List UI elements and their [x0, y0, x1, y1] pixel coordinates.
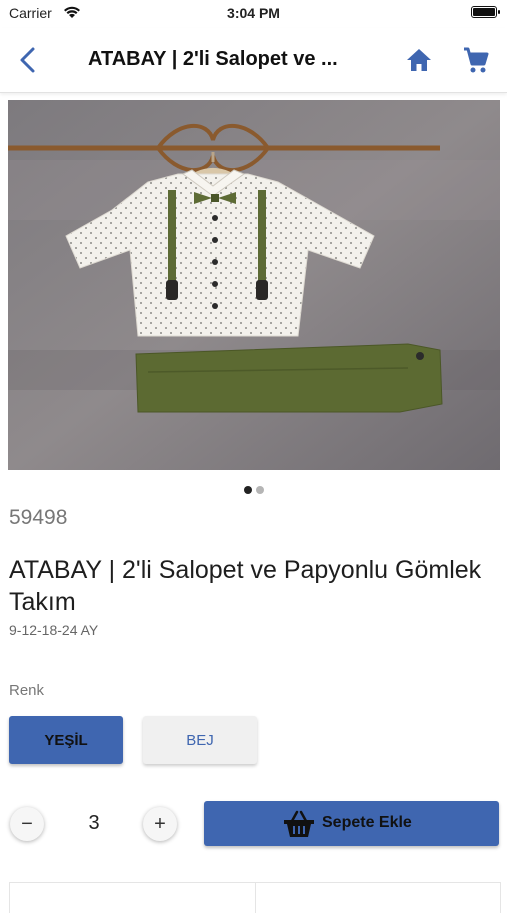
add-to-cart-button[interactable]: Sepete Ekle: [204, 801, 499, 846]
product-title: ATABAY | 2'li Salopet ve Papyonlu Gömlek…: [9, 556, 482, 616]
color-option-yesil[interactable]: YEŞİL: [9, 716, 123, 764]
product-sizes: 9-12-18-24 AY: [9, 622, 99, 638]
chevron-left-icon[interactable]: [14, 44, 42, 76]
product-sku: 59498: [9, 506, 68, 529]
navigation-bar: ATABAY | 2'li Salopet ve ...: [0, 28, 507, 93]
basket-icon: [284, 810, 314, 837]
gallery-pagination: [0, 481, 507, 499]
page-title: ATABAY | 2'li Salopet ve ...: [88, 48, 338, 70]
quantity-increase-button[interactable]: +: [143, 807, 177, 841]
status-time: 3:04 PM: [227, 5, 280, 21]
color-option-bej[interactable]: BEJ: [143, 716, 257, 764]
home-icon[interactable]: [404, 45, 434, 75]
color-label: Renk: [9, 682, 45, 699]
battery-icon: [471, 6, 500, 18]
product-image[interactable]: [8, 100, 500, 470]
gallery-dot[interactable]: [255, 486, 264, 494]
quantity-value: 3: [88, 812, 100, 834]
table-divider: [255, 883, 256, 913]
add-to-cart-label: Sepete Ekle: [322, 814, 412, 831]
gallery-dot-active[interactable]: [243, 486, 252, 494]
status-bar: Carrier 3:04 PM: [0, 0, 507, 28]
product-details-table: [9, 882, 501, 913]
cart-icon[interactable]: [461, 45, 491, 75]
quantity-decrease-button[interactable]: −: [10, 807, 44, 841]
